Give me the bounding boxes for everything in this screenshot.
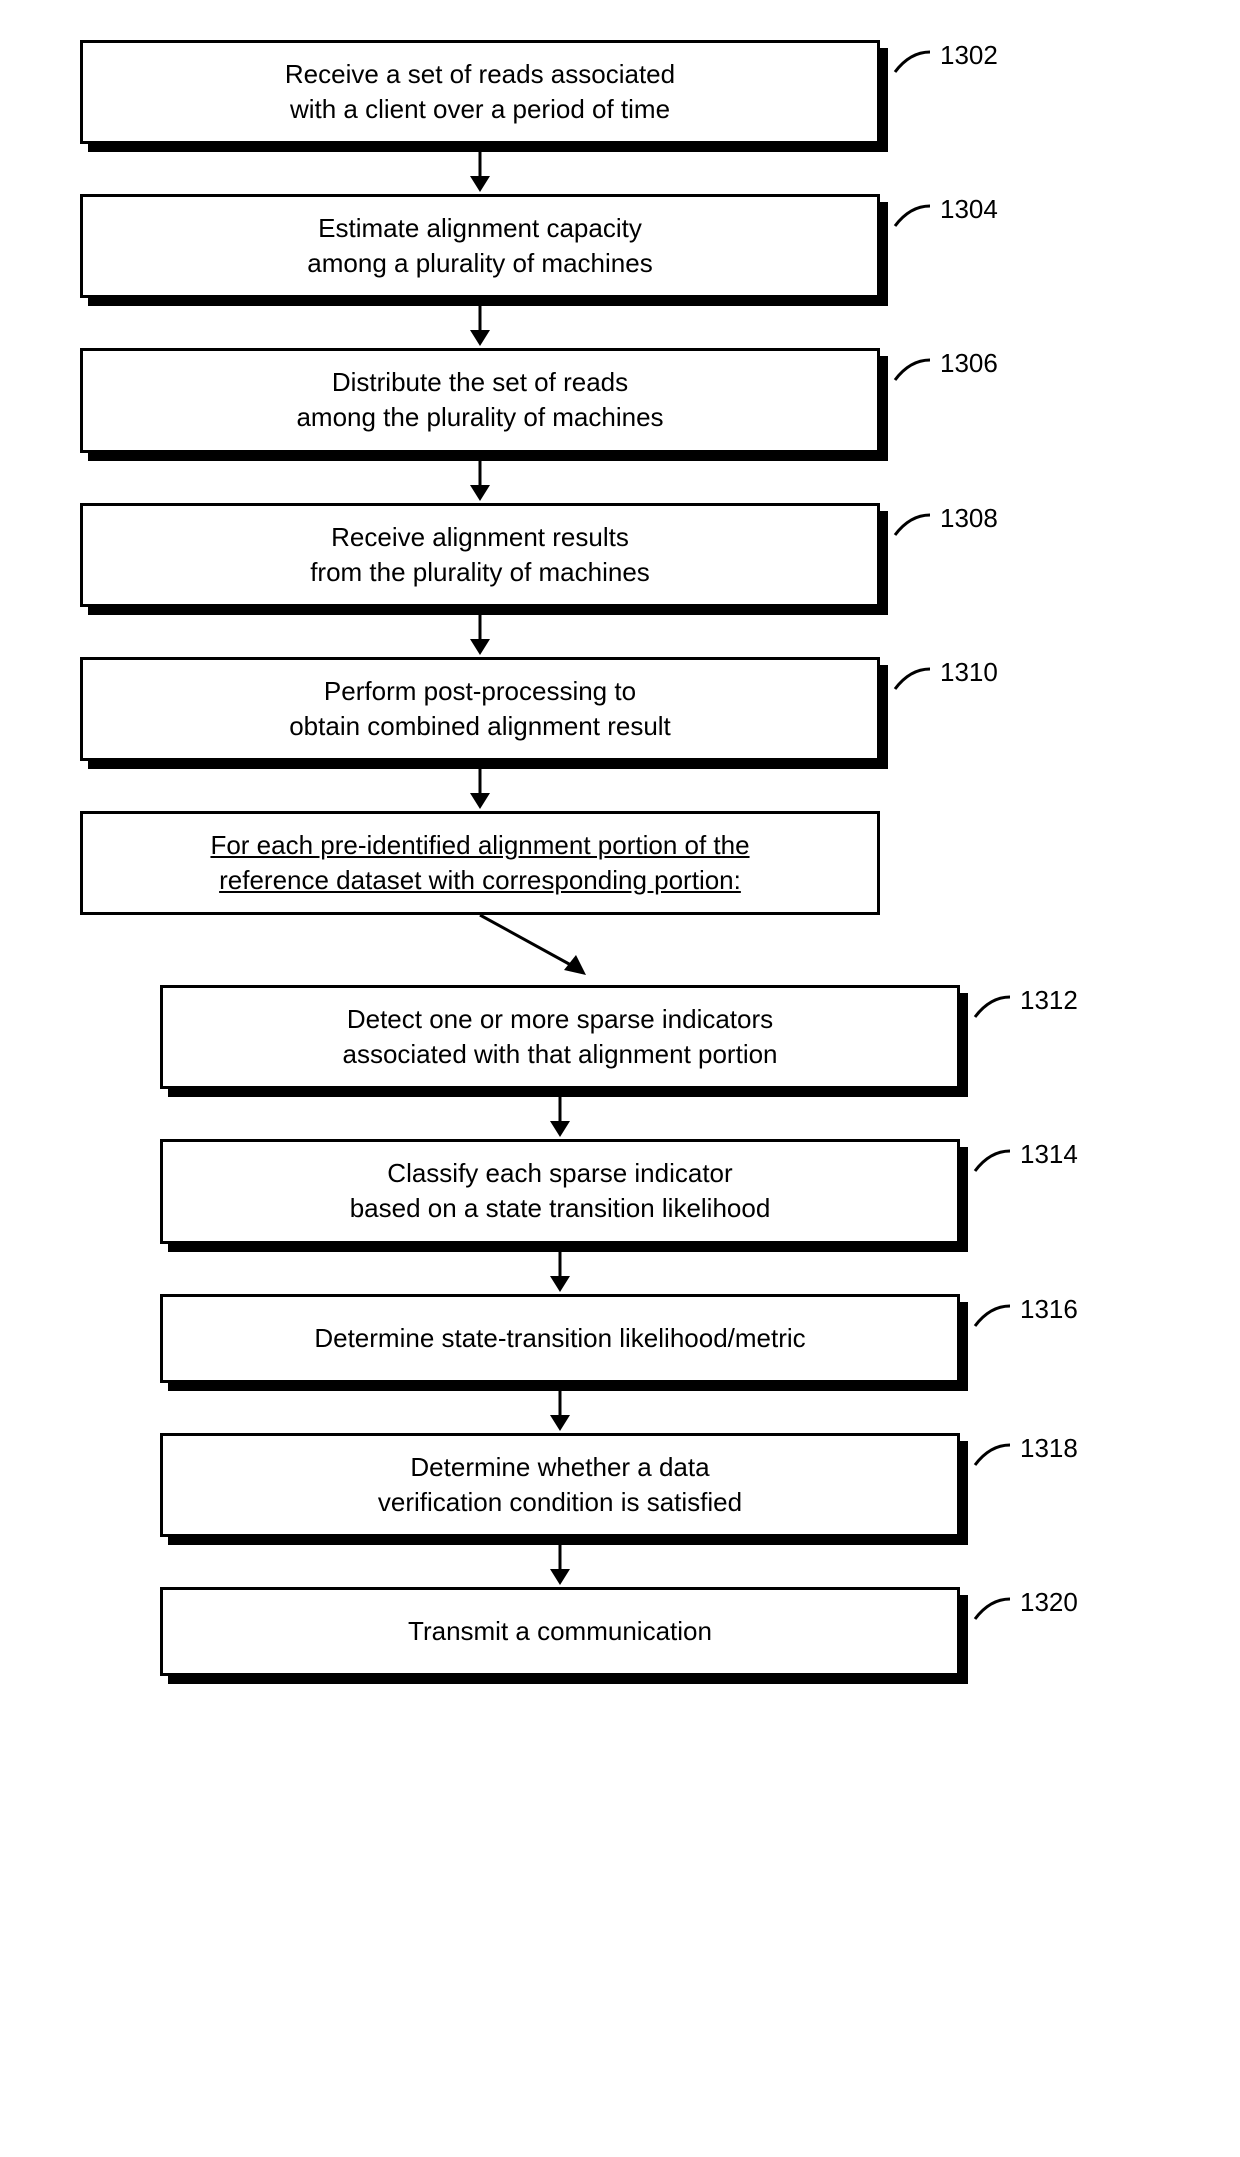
step-box: Determine state-transition likelihood/me… (160, 1294, 960, 1383)
arrow-down (540, 1383, 580, 1433)
ref-label: 1316 (1020, 1294, 1078, 1325)
step-1302: Receive a set of reads associated with a… (80, 40, 880, 144)
step-text-line: Determine state-transition likelihood/me… (314, 1323, 805, 1353)
step-text-line: from the plurality of machines (310, 557, 650, 587)
step-text-line: Receive alignment results (331, 522, 629, 552)
arrow-down (540, 1537, 580, 1587)
ref-label: 1308 (940, 503, 998, 534)
step-text-line: verification condition is satisfied (378, 1487, 742, 1517)
step-text-line: among a plurality of machines (307, 248, 652, 278)
ref-label: 1304 (940, 194, 998, 225)
arrow-diagonal (460, 915, 720, 985)
step-1308: Receive alignment results from the plura… (80, 503, 880, 607)
step-box: Classify each sparse indicator based on … (160, 1139, 960, 1243)
step-1306: Distribute the set of reads among the pl… (80, 348, 880, 452)
step-1314: Classify each sparse indicator based on … (160, 1139, 960, 1243)
step-1316: Determine state-transition likelihood/me… (160, 1294, 960, 1383)
ref-label: 1306 (940, 348, 998, 379)
arrow-down (460, 761, 500, 811)
step-text-line: based on a state transition likelihood (350, 1193, 771, 1223)
arrow-down (460, 144, 500, 194)
arrow-down (460, 453, 500, 503)
loop-text-line: For each pre-identified alignment portio… (210, 830, 749, 860)
ref-label: 1314 (1020, 1139, 1078, 1170)
step-text-line: Distribute the set of reads (332, 367, 628, 397)
step-text-line: among the plurality of machines (296, 402, 663, 432)
step-text-line: with a client over a period of time (290, 94, 670, 124)
ref-label: 1312 (1020, 985, 1078, 1016)
ref-label: 1310 (940, 657, 998, 688)
step-text-line: associated with that alignment portion (342, 1039, 777, 1069)
step-1304: Estimate alignment capacity among a plur… (80, 194, 880, 298)
loop-box: For each pre-identified alignment portio… (80, 811, 880, 915)
arrow-down (460, 298, 500, 348)
step-box: Receive a set of reads associated with a… (80, 40, 880, 144)
step-box: Perform post-processing to obtain combin… (80, 657, 880, 761)
loop-text-line: reference dataset with corresponding por… (219, 865, 741, 895)
step-1320: Transmit a communication 1320 (160, 1587, 960, 1676)
ref-label: 1318 (1020, 1433, 1078, 1464)
step-1312: Detect one or more sparse indicators ass… (160, 985, 960, 1089)
step-box: Transmit a communication (160, 1587, 960, 1676)
step-text-line: Determine whether a data (410, 1452, 709, 1482)
arrow-down (460, 607, 500, 657)
loop-header: For each pre-identified alignment portio… (80, 811, 880, 915)
step-text-line: Detect one or more sparse indicators (347, 1004, 773, 1034)
step-text-line: Transmit a communication (408, 1616, 712, 1646)
step-box: Distribute the set of reads among the pl… (80, 348, 880, 452)
step-text-line: Receive a set of reads associated (285, 59, 675, 89)
step-box: Receive alignment results from the plura… (80, 503, 880, 607)
arrow-down (540, 1089, 580, 1139)
step-text-line: Perform post-processing to (324, 676, 636, 706)
step-text-line: obtain combined alignment result (289, 711, 671, 741)
flowchart: Receive a set of reads associated with a… (40, 40, 1200, 1676)
step-box: Determine whether a data verification co… (160, 1433, 960, 1537)
ref-label: 1302 (940, 40, 998, 71)
ref-label: 1320 (1020, 1587, 1078, 1618)
step-box: Estimate alignment capacity among a plur… (80, 194, 880, 298)
step-box: Detect one or more sparse indicators ass… (160, 985, 960, 1089)
step-1318: Determine whether a data verification co… (160, 1433, 960, 1537)
step-text-line: Classify each sparse indicator (387, 1158, 732, 1188)
step-text-line: Estimate alignment capacity (318, 213, 642, 243)
step-1310: Perform post-processing to obtain combin… (80, 657, 880, 761)
arrow-down (540, 1244, 580, 1294)
